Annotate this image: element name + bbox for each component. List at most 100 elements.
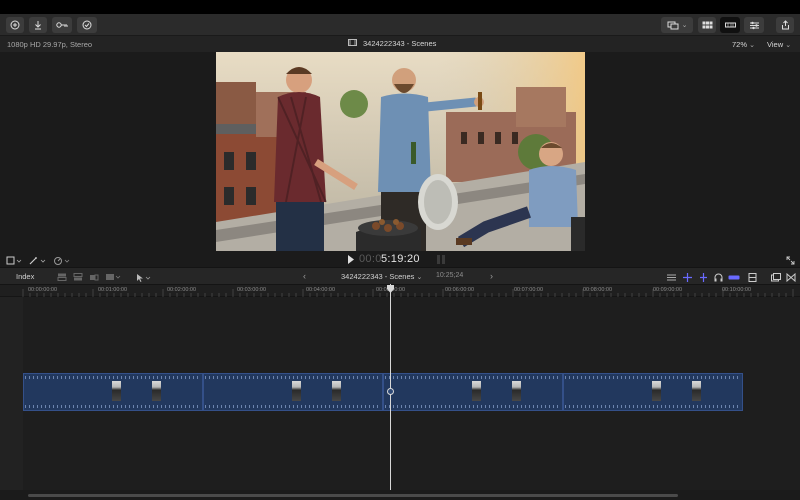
ruler-label: 00:09:00:00 <box>653 287 683 293</box>
ruler-label: 00:03:00:00 <box>237 287 267 293</box>
clip-thumbnail <box>472 381 481 401</box>
timeline-toggle-icon <box>724 22 736 28</box>
clip-thumbnail <box>152 381 161 401</box>
keyword-button[interactable] <box>52 17 72 33</box>
ruler-label: 00:06:00:00 <box>445 287 475 293</box>
clip-appearance-icon <box>667 274 676 280</box>
crop-icon <box>6 256 22 264</box>
viewer-layout-button[interactable] <box>698 17 716 33</box>
window-top-edge <box>0 0 800 14</box>
download-button[interactable] <box>29 17 47 33</box>
enhancements-menu[interactable] <box>29 254 47 266</box>
format-label: 1080p HD 29.97p, Stereo <box>7 40 93 49</box>
clip-thumbnail <box>292 381 301 401</box>
insert-clip-button[interactable] <box>73 271 83 283</box>
index-button[interactable]: Index <box>16 272 34 281</box>
clip-filmstrip-top <box>205 376 381 379</box>
filmstrip-icon <box>748 272 757 282</box>
timeline-clip[interactable] <box>563 373 743 411</box>
clip-thumbnail <box>512 381 521 401</box>
browser-toggle-icon <box>667 21 679 30</box>
background-tasks-button[interactable] <box>77 17 97 33</box>
connect-clip-button[interactable] <box>57 271 67 283</box>
timeline-clip[interactable] <box>383 373 563 411</box>
clip-thumbnail <box>112 381 121 401</box>
overwrite-clip-button[interactable] <box>105 271 121 283</box>
forward-button[interactable]: › <box>490 271 493 281</box>
snapping-button[interactable] <box>728 271 740 283</box>
browser-toggle-button[interactable]: ⌄ <box>661 17 693 33</box>
chevron-down-icon: ⌄ <box>681 22 688 29</box>
snapping-icon <box>728 275 740 279</box>
clip-filmstrip-top <box>565 376 741 379</box>
clip-thumbnail <box>332 381 341 401</box>
audio-meter-icon[interactable] <box>437 255 445 264</box>
playhead-handle[interactable] <box>387 285 394 293</box>
speed-menu[interactable] <box>53 254 71 266</box>
import-button[interactable] <box>6 17 24 33</box>
timecode-display[interactable]: 5:19:20 <box>381 253 420 265</box>
share-button[interactable] <box>776 17 794 33</box>
audio-skimming-button[interactable] <box>698 271 709 283</box>
transitions-icon <box>786 272 796 282</box>
clip-thumbnail <box>652 381 661 401</box>
timeline-clip[interactable] <box>23 373 203 411</box>
connect-clip-icon <box>57 273 67 281</box>
skimming-button[interactable] <box>682 271 693 283</box>
viewer-title: 3424222343 - Scenes <box>348 39 436 48</box>
clip-filmstrip-bottom <box>25 405 201 408</box>
project-name-text: 3424222343 - Scenes <box>341 272 415 281</box>
solo-button[interactable] <box>714 271 723 283</box>
timeline-clip[interactable] <box>203 373 383 411</box>
insert-clip-icon <box>73 273 83 281</box>
share-icon <box>781 20 790 30</box>
speedometer-icon <box>54 256 70 265</box>
ruler-label: 00:01:00:00 <box>98 287 128 293</box>
clip-filmstrip-top <box>385 376 561 379</box>
ruler-label: 00:10:00:00 <box>722 287 752 293</box>
scrollbar-thumb[interactable] <box>28 494 678 497</box>
viewer-title-text: 3424222343 - Scenes <box>363 39 437 48</box>
back-button[interactable]: ‹ <box>303 271 306 281</box>
download-icon <box>33 20 43 30</box>
tool-menu[interactable] <box>135 271 151 283</box>
viewer <box>0 52 800 253</box>
zoom-menu[interactable]: 72% ⌄ <box>732 40 755 49</box>
timeline-toolbar: Index ‹ 3424222343 - Scenes ⌄ 10:25;24 › <box>0 267 800 285</box>
filmstrip-icon <box>348 39 357 48</box>
ruler-label: 00:07:00:00 <box>514 287 544 293</box>
arrow-pointer-icon <box>137 273 151 282</box>
inspector-button[interactable] <box>744 17 764 33</box>
playhead-marker <box>387 388 394 395</box>
clip-height-button[interactable] <box>748 271 757 283</box>
video-frame <box>216 52 585 251</box>
effects-icon <box>771 272 781 281</box>
fullscreen-icon <box>786 256 795 264</box>
project-duration: 10:25;24 <box>436 272 464 279</box>
effects-browser-button[interactable] <box>771 271 781 283</box>
append-clip-button[interactable] <box>89 271 99 283</box>
clip-appearance-button[interactable] <box>666 271 677 283</box>
ruler-label: 00:08:00:00 <box>583 287 613 293</box>
view-menu[interactable]: View ⌄ <box>767 40 791 49</box>
clip-thumbnail <box>692 381 701 401</box>
project-name[interactable]: 3424222343 - Scenes ⌄ <box>341 272 422 281</box>
clip-filmstrip-top <box>25 376 201 379</box>
append-clip-icon <box>90 274 99 281</box>
fullscreen-button[interactable] <box>786 254 795 266</box>
transform-menu[interactable] <box>6 254 22 266</box>
timeline-scrollbar[interactable] <box>0 490 800 500</box>
play-icon[interactable] <box>348 255 354 264</box>
ruler-label: 00:02:00:00 <box>167 287 197 293</box>
timeline-toggle-button[interactable] <box>720 17 740 33</box>
chevron-down-icon: ⌄ <box>749 42 755 49</box>
transitions-browser-button[interactable] <box>786 271 796 283</box>
clip-filmstrip-bottom <box>205 405 381 408</box>
headphones-icon <box>714 273 723 281</box>
viewer-layout-icon <box>702 21 713 29</box>
main-toolbar: ⌄ <box>0 14 800 36</box>
zoom-value: 72% <box>732 40 748 49</box>
audio-skimming-icon <box>700 272 707 282</box>
timeline-ruler[interactable]: 00:00:00:00 00:01:00:00 00:02:00:00 00:0… <box>0 285 800 297</box>
keyword-icon <box>56 21 68 29</box>
